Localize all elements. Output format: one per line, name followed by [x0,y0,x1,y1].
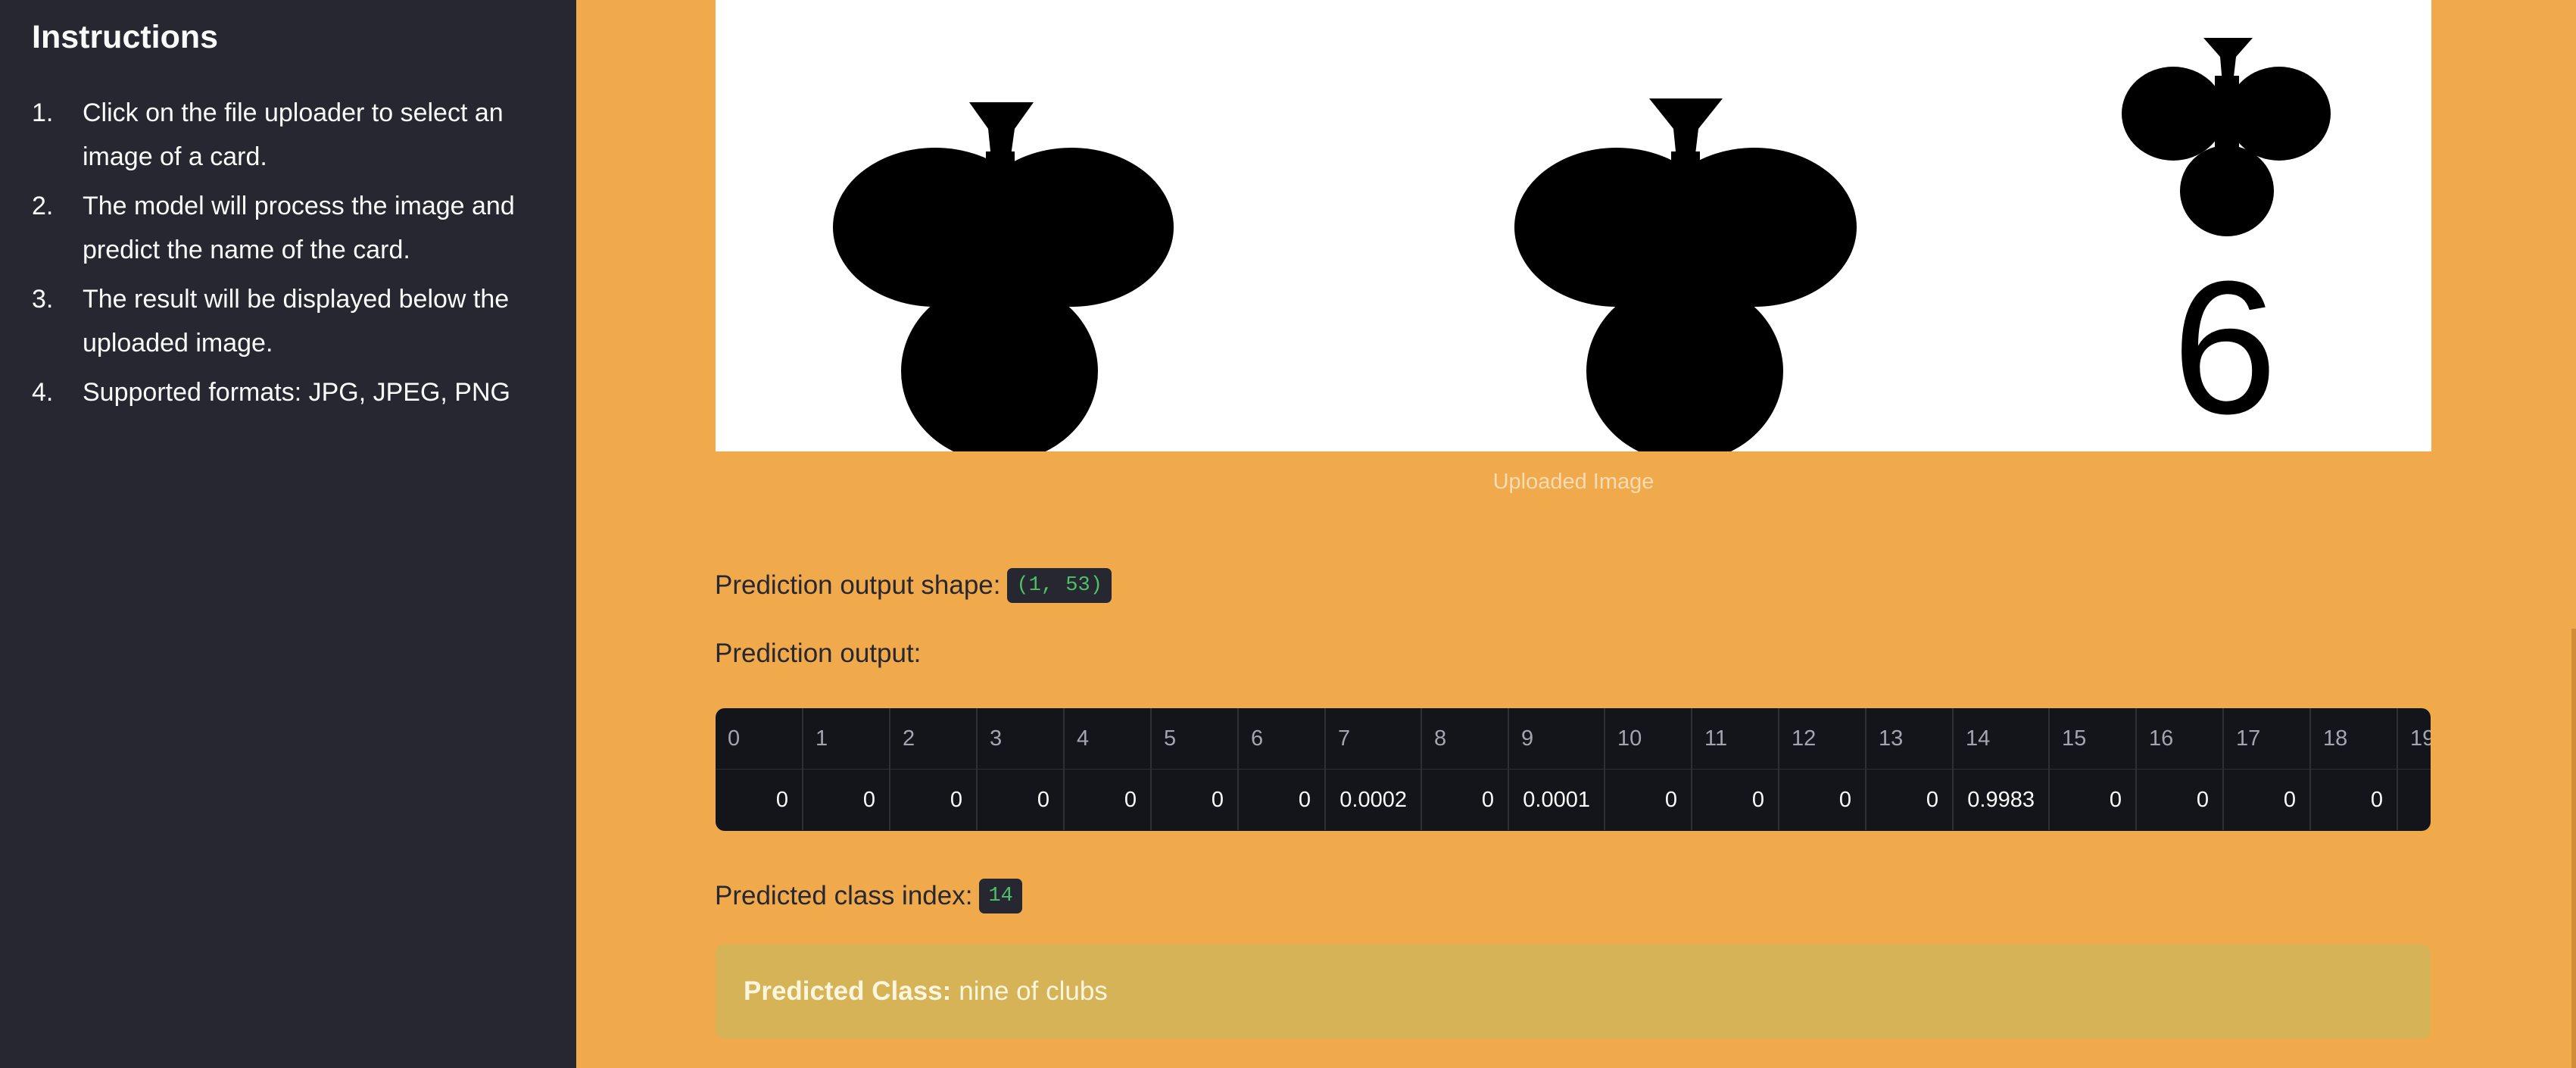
instruction-number: 2. [32,192,54,220]
table-cell[interactable]: 0 [2050,770,2137,830]
index-label: Predicted class index: [715,881,973,910]
table-cell[interactable]: 0 [890,770,978,830]
table-header-cell[interactable]: 19 [2398,708,2431,769]
table-header-cell[interactable]: 14 [1954,708,2050,769]
table-cell[interactable]: 0 [1422,770,1509,830]
table-header-cell[interactable]: 7 [1326,708,1422,769]
instruction-item: 3. The result will be displayed below th… [32,277,547,365]
table-header-cell[interactable]: 18 [2311,708,2398,769]
sidebar-title: Instructions [32,19,219,55]
instruction-item: 2. The model will process the image and … [32,184,547,272]
predicted-class-alert: Predicted Class: nine of clubs [716,945,2431,1038]
shape-value: (1, 53) [1007,568,1112,603]
table-cell[interactable]: 0 [2137,770,2224,830]
table-header-cell[interactable]: 8 [1422,708,1509,769]
table-cell[interactable]: 0 [1867,770,1954,830]
index-value: 14 [979,879,1022,913]
instruction-number: 3. [32,285,54,314]
table-cell[interactable]: 0 [1779,770,1867,830]
table-cell[interactable]: 0 [2311,770,2398,830]
instruction-text: Supported formats: JPG, JPEG, PNG [83,378,510,407]
instruction-item: 4. Supported formats: JPG, JPEG, PNG [32,370,547,414]
table-header-cell[interactable]: 4 [1065,708,1152,769]
club-icon [833,102,1174,451]
card-rank-label: 6 [2172,242,2277,451]
instruction-text: The model will process the image and pre… [83,192,515,264]
output-label: Prediction output: [715,639,922,668]
table-cell[interactable]: 0 [2224,770,2311,830]
table-header-cell[interactable]: 6 [1239,708,1326,769]
table-header-cell[interactable]: 9 [1509,708,1605,769]
table-header-row: 0 1 2 3 4 5 6 7 8 9 10 11 12 13 14 15 16 17 18 19 [716,708,2431,769]
sidebar: Instructions 1. Click on the file upload… [0,0,576,1068]
club-icon [2122,38,2331,236]
table-cell[interactable]: 0 [1152,770,1239,830]
table-header-cell[interactable]: 3 [978,708,1065,769]
table-header-cell[interactable]: 2 [890,708,978,769]
table-cell[interactable]: 0 [1692,770,1779,830]
table-cell[interactable]: 0.0001 [1509,770,1605,830]
table-cell[interactable]: 0 [1239,770,1326,830]
table-header-cell[interactable]: 17 [2224,708,2311,769]
instruction-text: The result will be displayed below the u… [83,285,510,358]
shape-line: Prediction output shape: (1, 53) [715,568,1112,603]
scrollbar[interactable] [2571,629,2576,1068]
instruction-text: Click on the file uploader to select an … [83,98,504,171]
table-header-cell[interactable]: 16 [2137,708,2224,769]
shape-label: Prediction output shape: [715,570,1001,600]
instruction-item: 1. Click on the file uploader to select … [32,91,547,179]
table-cell[interactable] [2398,770,2431,830]
table-header-cell[interactable]: 12 [1779,708,1867,769]
predicted-class-label: Predicted Class: [744,976,952,1006]
table-cell[interactable]: 0 [803,770,890,830]
table-header-cell[interactable]: 5 [1152,708,1239,769]
table-header-cell[interactable]: 1 [803,708,890,769]
image-caption: Uploaded Image [1492,470,1654,494]
instruction-number: 1. [32,98,54,127]
table-header-cell[interactable]: 13 [1867,708,1954,769]
club-icon [1514,98,1857,451]
instructions-list: 1. Click on the file uploader to select … [32,91,547,420]
predicted-class-value: nine of clubs [959,976,1108,1006]
table-header-cell[interactable]: 10 [1605,708,1692,769]
main-content: 6 Uploaded Image Prediction output shape… [576,0,2576,1068]
card-image-svg: 6 [833,38,2331,451]
table-header-cell[interactable]: 11 [1692,708,1779,769]
uploaded-image: 6 [716,0,2431,451]
table-header-cell[interactable]: 15 [2050,708,2137,769]
table-cell[interactable]: 0 [978,770,1065,830]
table-cell[interactable]: 0 [1065,770,1152,830]
table-cell[interactable]: 0 [1605,770,1692,830]
instruction-number: 4. [32,378,54,407]
table-cell[interactable]: 0.9983 [1954,770,2050,830]
table-cell[interactable]: 0.0002 [1326,770,1422,830]
prediction-table[interactable]: 0 1 2 3 4 5 6 7 8 9 10 11 12 13 14 15 16 17 18 19 0 0 0 0 0 0 0 0.… [716,708,2431,831]
table-cell[interactable]: 0 [716,770,803,830]
index-line: Predicted class index: 14 [715,879,1022,913]
table-row: 0 0 0 0 0 0 0 0.0002 0 0.0001 0 0 0 0 0.9983 0 0 0 0 [716,770,2431,830]
table-header-cell[interactable]: 0 [716,708,803,769]
